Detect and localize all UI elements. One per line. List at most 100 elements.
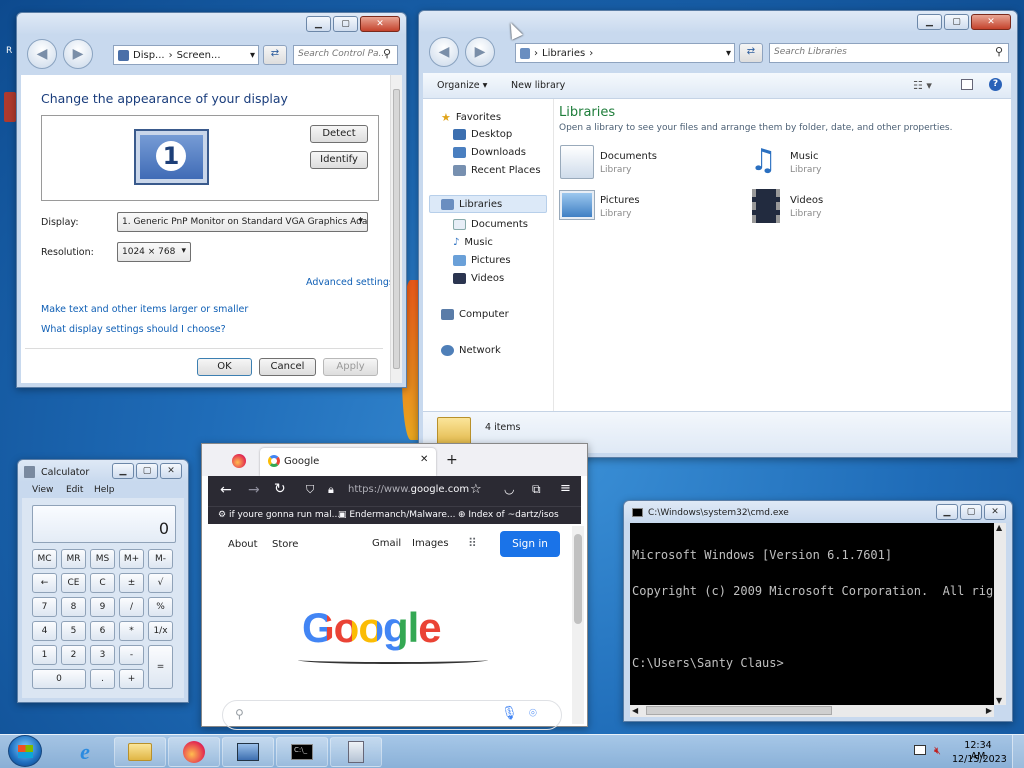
search-input[interactable]: Search Libraries [769,43,1009,63]
calc-key[interactable]: CE [61,573,86,593]
address-bar[interactable]: › Libraries › ▾ [515,43,735,63]
breadcrumb-display[interactable]: Disp... [133,50,165,61]
close-button[interactable]: ✕ [971,14,1011,30]
google-doodle[interactable]: Google [302,604,442,652]
scroll-down-icon[interactable]: ▼ [996,696,1002,705]
url-bar[interactable]: https://www.google.com [348,484,469,495]
calc-key[interactable]: ± [119,573,144,593]
calc-key[interactable]: 0 [32,669,86,689]
calc-key[interactable]: ← [32,573,57,593]
calc-key[interactable]: 2 [61,645,86,665]
apply-button[interactable]: Apply [323,358,378,376]
extensions-icon[interactable]: ⧉ [532,482,541,497]
monitor-icon[interactable]: 1 [134,129,209,185]
calc-key[interactable]: + [119,669,144,689]
calc-key[interactable]: C [90,573,115,593]
minimize-button[interactable]: ▁ [936,504,958,520]
menu-help[interactable]: Help [94,485,115,495]
chevron-down-icon[interactable]: ▾ [726,48,734,59]
nav-network[interactable]: Network [441,345,501,356]
calc-key[interactable]: 1/x [148,621,173,641]
nav-videos[interactable]: Videos [453,273,504,284]
nav-recent-places[interactable]: Recent Places [453,165,541,176]
chevron-down-icon[interactable]: ▾ [250,50,258,61]
refresh-button[interactable]: ⇄ [739,43,763,63]
calc-key[interactable]: / [119,597,144,617]
shield-icon[interactable]: ⛉ [306,483,314,497]
forward-button[interactable]: ▶ [63,39,93,69]
cancel-button[interactable]: Cancel [259,358,316,376]
vertical-scrollbar[interactable]: ▲ ▼ [994,523,1006,705]
advanced-settings-link[interactable]: Advanced settings [306,277,394,288]
resolution-select[interactable]: 1024 × 768 ▾ [117,242,191,262]
calc-key[interactable]: 3 [90,645,115,665]
calc-key[interactable]: MR [61,549,86,569]
minimize-button[interactable]: ▁ [917,14,942,30]
calc-key[interactable]: 8 [61,597,86,617]
pocket-icon[interactable]: ◡ [504,482,514,496]
camera-icon[interactable]: ⌾ [529,706,537,721]
calc-key[interactable]: M+ [119,549,144,569]
lock-icon[interactable]: 🔒︎ [328,483,334,497]
images-link[interactable]: Images [412,538,449,549]
taskbar-control-panel[interactable] [222,737,274,767]
back-button[interactable]: ◀ [429,37,459,67]
maximize-button[interactable]: ▢ [136,463,158,479]
console-output[interactable]: Microsoft Windows [Version 6.1.7601] Cop… [630,523,994,705]
taskbar-ie[interactable]: e [60,737,110,767]
maximize-button[interactable]: ▢ [960,504,982,520]
breadcrumb-libraries[interactable]: Libraries [542,48,585,59]
taskbar-calculator[interactable] [330,737,382,767]
sign-in-button[interactable]: Sign in [500,531,560,557]
minimize-button[interactable]: ▁ [112,463,134,479]
breadcrumb-screen[interactable]: Screen... [177,50,221,61]
view-options-icon[interactable]: ☷ ▾ [913,79,932,92]
scrollbar-thumb[interactable] [574,534,582,624]
text-size-link[interactable]: Make text and other items larger or smal… [41,304,248,315]
new-library-button[interactable]: New library [511,80,565,91]
tab-google[interactable]: Google ✕ [260,448,436,476]
library-documents[interactable]: Documents Library [560,145,730,181]
calc-key[interactable]: % [148,597,173,617]
close-button[interactable]: ✕ [984,504,1006,520]
back-button[interactable]: ◀ [27,39,57,69]
back-arrow-icon[interactable]: ← [220,482,232,498]
volume-muted-icon[interactable]: 🔇︎ [934,744,941,758]
calc-key[interactable]: 4 [32,621,57,641]
calc-key[interactable]: MC [32,549,57,569]
calc-key[interactable]: 1 [32,645,57,665]
help-icon[interactable]: ? [989,78,1002,91]
scroll-left-icon[interactable]: ◀ [632,706,638,715]
action-center-icon[interactable] [914,745,926,755]
store-link[interactable]: Store [272,539,298,550]
calc-key[interactable]: 7 [32,597,57,617]
taskbar-explorer[interactable] [114,737,166,767]
calc-key[interactable]: 5 [61,621,86,641]
bookmark-item-2[interactable]: ▣ Endermanch/Malware... [338,510,456,520]
menu-icon[interactable]: ≡ [560,481,571,496]
desktop-icon[interactable] [4,92,16,122]
forward-arrow-icon[interactable]: → [248,482,260,498]
detect-button[interactable]: Detect [310,125,368,143]
gmail-link[interactable]: Gmail [372,538,401,549]
apps-grid-icon[interactable]: ⠿ [468,536,477,550]
taskbar-cmd[interactable]: C:\_ [276,737,328,767]
refresh-button[interactable]: ⇄ [263,45,287,65]
calc-key[interactable]: M- [148,549,173,569]
calc-key[interactable]: = [148,645,173,689]
nav-desktop[interactable]: Desktop [453,129,512,140]
bookmark-item-1[interactable]: ⚙ if youre gonna run mal... [218,510,340,520]
bookmark-star-icon[interactable]: ☆ [470,482,482,497]
display-select[interactable]: 1. Generic PnP Monitor on Standard VGA G… [117,212,368,232]
scroll-right-icon[interactable]: ▶ [986,706,992,715]
calc-key[interactable]: * [119,621,144,641]
search-box[interactable]: ⚲ 🎙︎ ⌾ [222,700,562,730]
forward-button[interactable]: ▶ [465,37,495,67]
calc-key[interactable]: 9 [90,597,115,617]
maximize-button[interactable]: ▢ [944,14,969,30]
close-icon[interactable]: ✕ [420,454,428,465]
calc-key[interactable]: MS [90,549,115,569]
nav-pictures[interactable]: Pictures [453,255,511,266]
scrollbar-thumb[interactable] [393,89,400,369]
close-button[interactable]: ✕ [160,463,182,479]
